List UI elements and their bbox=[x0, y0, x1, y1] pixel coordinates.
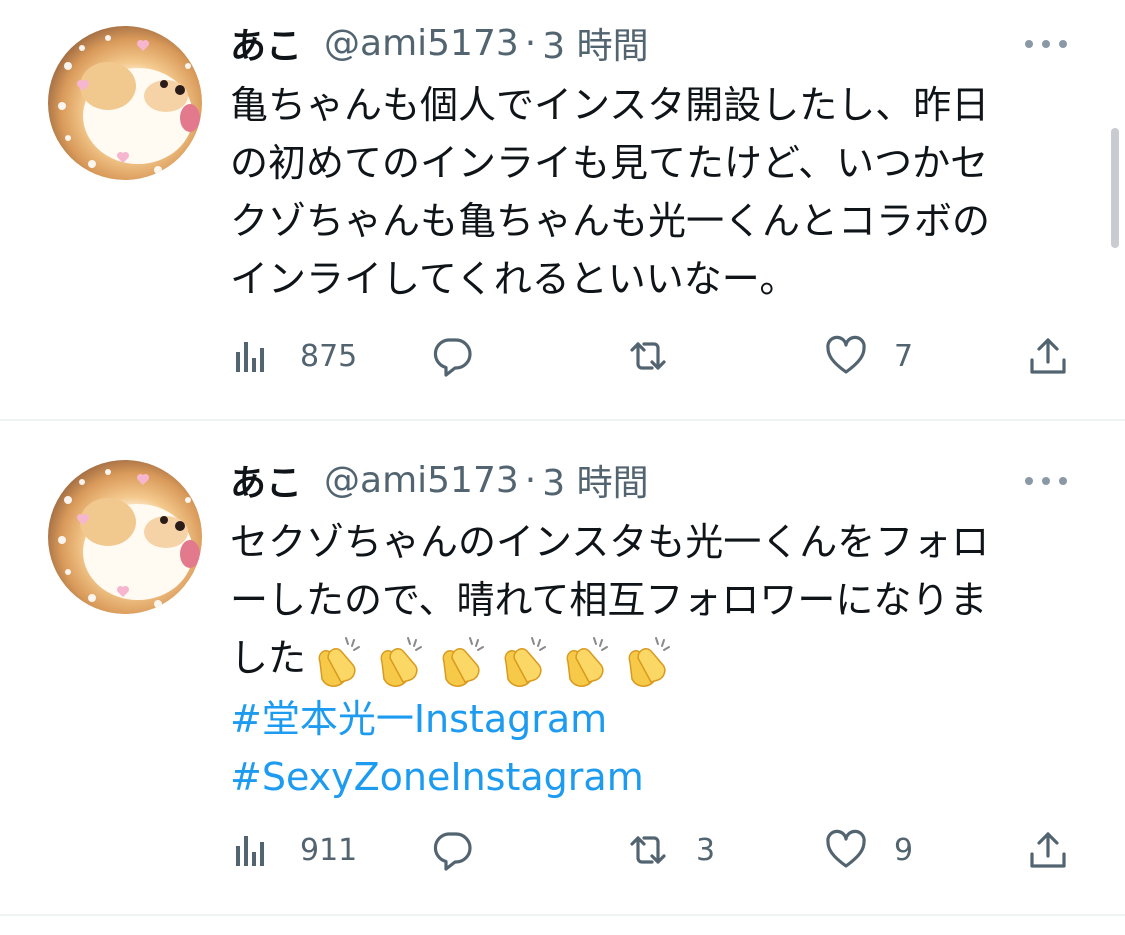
display-name[interactable]: あこ bbox=[230, 454, 302, 506]
tweet-actions: 911 3 9 bbox=[230, 820, 1070, 880]
tweet[interactable]: あこ @ami5173 · 3 時間 セクゾちゃんのインスタも光一くんをフォロ … bbox=[0, 421, 1125, 916]
tweet-text: セクゾちゃんのインスタも光一くんをフォロ ーしたので、晴れて相互フォロワーになり… bbox=[230, 513, 1080, 806]
avatar[interactable] bbox=[48, 26, 202, 180]
retweet-button[interactable]: 3 bbox=[626, 820, 715, 880]
clapping-hands-icon bbox=[318, 636, 361, 687]
like-button[interactable]: 9 bbox=[824, 820, 913, 880]
tweet-text-line: 亀ちゃんも個人でインスタ開設したし、昨日 bbox=[230, 83, 990, 127]
tweet-divider bbox=[0, 914, 1125, 916]
timestamp[interactable]: 3 時間 bbox=[542, 17, 648, 69]
clapping-hands-icon bbox=[442, 636, 485, 687]
clapping-hands-icon bbox=[628, 636, 671, 687]
user-handle[interactable]: @ami5173 bbox=[324, 23, 519, 64]
tweet-header: あこ @ami5173 · 3 時間 bbox=[230, 18, 649, 68]
tweet-header: あこ @ami5173 · 3 時間 bbox=[230, 455, 649, 505]
views-count: 875 bbox=[300, 338, 358, 374]
tweet-text-line: インライしてくれるといいなー。 bbox=[230, 257, 798, 301]
share-button[interactable] bbox=[1026, 820, 1070, 880]
like-button[interactable]: 7 bbox=[824, 326, 913, 386]
avatar-image bbox=[58, 469, 200, 608]
retweet-arrows-icon bbox=[630, 836, 666, 864]
clapping-hands-icon bbox=[504, 636, 547, 687]
share-upload-icon bbox=[1030, 832, 1066, 868]
reply-button[interactable] bbox=[430, 326, 500, 386]
hashtag-link[interactable]: #堂本光一Instagram bbox=[230, 697, 607, 741]
tweet[interactable]: あこ @ami5173 · 3 時間 亀ちゃんも個人でインスタ開設したし、昨日 … bbox=[0, 0, 1125, 420]
heart-icon bbox=[826, 335, 866, 374]
views-button[interactable]: 911 bbox=[230, 820, 357, 880]
more-dots-icon[interactable] bbox=[1025, 471, 1067, 491]
display-name[interactable]: あこ bbox=[230, 17, 302, 69]
avatar[interactable] bbox=[48, 460, 202, 614]
clapping-hands-emoji-row bbox=[306, 632, 674, 690]
tweet-text-line: セクゾちゃんのインスタも光一くんをフォロ bbox=[230, 520, 990, 564]
reply-button[interactable] bbox=[430, 820, 500, 880]
tweet-text-line: ーしたので、晴れて相互フォロワーになりま bbox=[230, 578, 988, 622]
more-dots-icon[interactable] bbox=[1025, 34, 1067, 54]
clapping-hands-icon bbox=[566, 636, 609, 687]
retweet-button[interactable] bbox=[626, 326, 696, 386]
retweet-count: 3 bbox=[696, 832, 716, 868]
hashtag-link[interactable]: #SexyZoneInstagram bbox=[230, 755, 644, 799]
separator: · bbox=[524, 459, 537, 501]
tweet-text: 亀ちゃんも個人でインスタ開設したし、昨日 の初めてのインライも見てたけど、いつか… bbox=[230, 76, 1080, 308]
speech-bubble-icon bbox=[433, 832, 472, 871]
like-count: 7 bbox=[894, 338, 914, 374]
tweet-text-line: クゾちゃんも亀ちゃんも光一くんとコラボの bbox=[230, 199, 991, 243]
share-upload-icon bbox=[1030, 338, 1066, 374]
views-count: 911 bbox=[300, 832, 358, 868]
retweet-arrows-icon bbox=[630, 342, 666, 370]
tweet-text-line: の初めてのインライも見てたけど、いつかセ bbox=[230, 141, 989, 185]
views-button[interactable]: 875 bbox=[230, 326, 357, 386]
tweet-text-line-with-emoji: した bbox=[230, 629, 1080, 690]
like-count: 9 bbox=[894, 832, 914, 868]
heart-icon bbox=[826, 829, 866, 868]
separator: · bbox=[524, 22, 537, 64]
clapping-hands-icon bbox=[380, 636, 423, 687]
user-handle[interactable]: @ami5173 bbox=[324, 460, 519, 501]
bar-chart-icon bbox=[236, 342, 264, 372]
tweet-text-line: した bbox=[230, 636, 307, 680]
timestamp[interactable]: 3 時間 bbox=[542, 454, 648, 506]
tweet-actions: 875 7 bbox=[230, 326, 1070, 386]
share-button[interactable] bbox=[1026, 326, 1070, 386]
scrollbar[interactable] bbox=[1111, 128, 1119, 248]
speech-bubble-icon bbox=[433, 338, 472, 377]
bar-chart-icon bbox=[236, 836, 264, 866]
avatar-image bbox=[58, 35, 200, 174]
